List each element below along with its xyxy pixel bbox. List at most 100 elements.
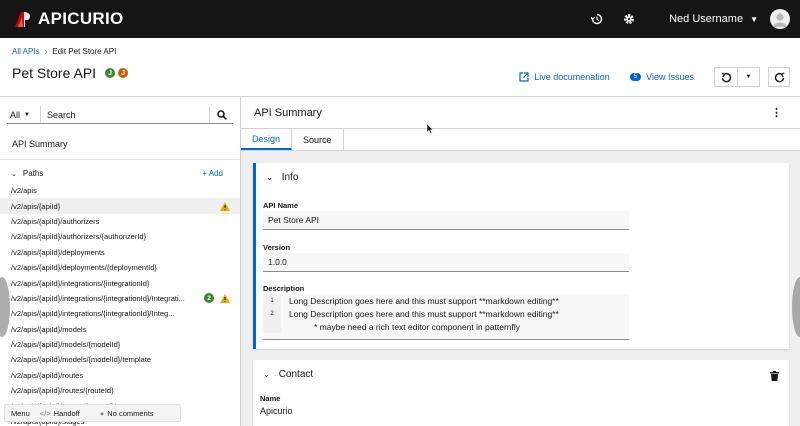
version-field[interactable]: 1.0.0: [263, 253, 629, 272]
main-panel: API Summary ⋮ Design Source ⌄ Info API N…: [241, 97, 800, 426]
paths-section-header[interactable]: ⌄ Paths + Add: [11, 169, 226, 178]
avatar[interactable]: [770, 9, 790, 29]
sidebar-item-path[interactable]: /v2/apis/{apiId}/authorizers/{authorizer…: [0, 229, 240, 244]
history-icon[interactable]: [589, 11, 605, 27]
search-button[interactable]: [209, 106, 233, 123]
live-documentation-label: Live documenation: [534, 72, 610, 82]
chevron-down-icon[interactable]: ▼: [750, 15, 758, 24]
tab-design[interactable]: Design: [241, 129, 293, 150]
tab-source[interactable]: Source: [292, 129, 344, 150]
description-label: Description: [263, 284, 305, 293]
sidebar-item-path[interactable]: /v2/apis/{apiId}/deployments: [0, 245, 240, 260]
path-label: /v2/apis/{apiId}/integrations/{integrati…: [11, 278, 150, 288]
warning-icon[interactable]: [220, 201, 230, 211]
line-number: [263, 320, 281, 333]
add-path-button[interactable]: + Add: [202, 169, 223, 178]
sidebar-item-path[interactable]: /v2/apis/{apiId}/integrations/{integrati…: [0, 291, 240, 306]
path-label: /v2/apis/{apiId}/routes/{routeId}: [11, 386, 114, 396]
feedback-menu[interactable]: Menu: [11, 409, 30, 418]
sidebar-item-path[interactable]: /v2/apis/{apiId}/routes: [0, 368, 240, 383]
undo-button[interactable]: [715, 68, 737, 86]
breadcrumb-all-apis[interactable]: All APIs: [12, 47, 40, 56]
editor-line-text: Long Description goes here and this must…: [289, 308, 559, 319]
collaborator-avatar[interactable]: J: [105, 68, 116, 78]
live-documentation-link[interactable]: Live documenation: [519, 72, 610, 82]
sidebar-item-path[interactable]: /v2/apis/{apiId}/models: [0, 322, 240, 337]
description-editor[interactable]: 1 Long Description goes here and this mu…: [263, 294, 629, 340]
version-label: Version: [263, 243, 291, 252]
divider: [0, 159, 240, 160]
chevron-down-icon: ⌄: [11, 170, 17, 178]
undo-menu-toggle[interactable]: ▼: [737, 68, 759, 86]
path-label: /v2/apis/{apiId}/models/{modelId}/templa…: [11, 355, 152, 365]
path-label: /v2/apis/{apiId}: [11, 201, 61, 211]
page-actions: Live documenation 5 View Issues ▼: [519, 67, 790, 87]
main-header: API Summary ⋮: [241, 97, 800, 129]
sidebar-item-path[interactable]: /v2/apis/{apiId}/integrations/{integrati…: [0, 306, 240, 321]
external-link-icon: [519, 72, 529, 82]
path-label: /v2/apis/{apiId}/models/{modelId}: [11, 340, 121, 350]
overlay-edge: [792, 277, 800, 337]
mouse-cursor-icon: [427, 124, 434, 134]
sidebar-item-path[interactable]: /v2/apis: [0, 183, 240, 198]
sidebar-item-path[interactable]: /v2/apis/{apiId}/integrations/{integrati…: [0, 275, 240, 290]
path-list: /v2/apis/v2/apis/{apiId} /v2/apis/{apiId}…: [0, 183, 240, 426]
search-bar: All ▼ Search: [7, 106, 233, 124]
kebab-menu-icon[interactable]: ⋮: [771, 106, 782, 119]
path-label: /v2/apis/{apiId}/deployments/{deployment…: [11, 263, 157, 273]
sidebar-item-path[interactable]: /v2/apis/{apiId}/models/{modelId}/templa…: [0, 352, 240, 367]
editor-line: 1 Long Description goes here and this mu…: [263, 294, 629, 307]
feedback-handoff-label: Handoff: [53, 408, 80, 418]
chevron-right-icon: ›: [44, 47, 48, 56]
line-number: 1: [263, 294, 281, 307]
sidebar: All ▼ Search API Summary ⌄ Paths + Add /…: [0, 97, 241, 426]
view-issues-link[interactable]: 5 View Issues: [629, 72, 694, 82]
sidebar-item-path[interactable]: /v2/apis/{apiId}/routes/{routeId}: [0, 383, 240, 398]
add-path-label: Add: [208, 169, 223, 178]
issues-count-badge: 5: [629, 73, 642, 81]
api-title: Pet Store API: [12, 65, 97, 81]
collaborator-count-badge: 2: [204, 293, 214, 304]
path-label: /v2/apis/{apiId}/models: [11, 324, 87, 334]
feedback-handoff[interactable]: </> Handoff: [40, 409, 90, 418]
contact-name-label: Name: [260, 394, 281, 403]
sidebar-item-path[interactable]: /v2/apis/{apiId}/models/{modelId}: [0, 337, 240, 352]
undo-icon: [721, 71, 731, 82]
sidebar-item-path[interactable]: /v2/apis/{apiId}: [0, 198, 240, 214]
sidebar-item-path[interactable]: /v2/apis/{apiId}/authorizers: [0, 214, 240, 229]
apicurio-logo[interactable]: APICURIO: [12, 8, 124, 30]
info-card-header[interactable]: ⌄ Info: [266, 172, 298, 183]
redo-button[interactable]: [768, 67, 790, 87]
contact-card-header[interactable]: ⌄ Contact: [263, 369, 313, 380]
user-name[interactable]: Ned Username: [669, 13, 743, 25]
brand-name: APICURIO: [38, 9, 124, 28]
feedback-comments-label: No comments: [107, 408, 154, 418]
search-icon: [216, 109, 227, 120]
editor-line: 2 Long Description goes here and this mu…: [263, 307, 629, 320]
line-number: 2: [263, 307, 281, 320]
contact-name-value[interactable]: Apicurio: [260, 406, 293, 416]
api-name-field[interactable]: Pet Store API: [263, 211, 629, 230]
info-card: ⌄ Info API Name Pet Store API Version 1.…: [253, 163, 789, 349]
filter-select[interactable]: All ▼: [7, 106, 41, 123]
caret-down-icon: ▼: [24, 111, 30, 118]
warning-icon[interactable]: [220, 293, 230, 303]
collaborator-avatar[interactable]: J: [118, 68, 129, 78]
breadcrumb: All APIs › Edit Pet Store API: [12, 47, 116, 56]
gear-icon[interactable]: [621, 11, 637, 27]
feedback-comments[interactable]: ● No comments: [100, 409, 164, 418]
caret-down-icon: ▼: [745, 74, 752, 80]
undo-button-group: ▼: [714, 67, 760, 87]
tabs: Design Source: [241, 129, 800, 151]
path-label: /v2/apis/{apiId}/deployments: [11, 247, 105, 257]
trash-icon[interactable]: [770, 368, 779, 386]
chevron-down-icon: ⌄: [263, 370, 270, 379]
path-label: /v2/apis/{apiId}/integrations/{integrati…: [11, 293, 185, 303]
apicurio-logo-icon: [15, 12, 31, 27]
sidebar-item-path[interactable]: /v2/apis/{apiId}/deployments/{deployment…: [0, 260, 240, 275]
path-label: /v2/apis: [11, 186, 37, 196]
main-title: API Summary: [254, 107, 322, 119]
search-input[interactable]: Search: [41, 106, 209, 123]
sidebar-item-api-summary[interactable]: API Summary: [12, 139, 68, 149]
editor-line: * maybe need a rich text editor componen…: [263, 320, 629, 333]
